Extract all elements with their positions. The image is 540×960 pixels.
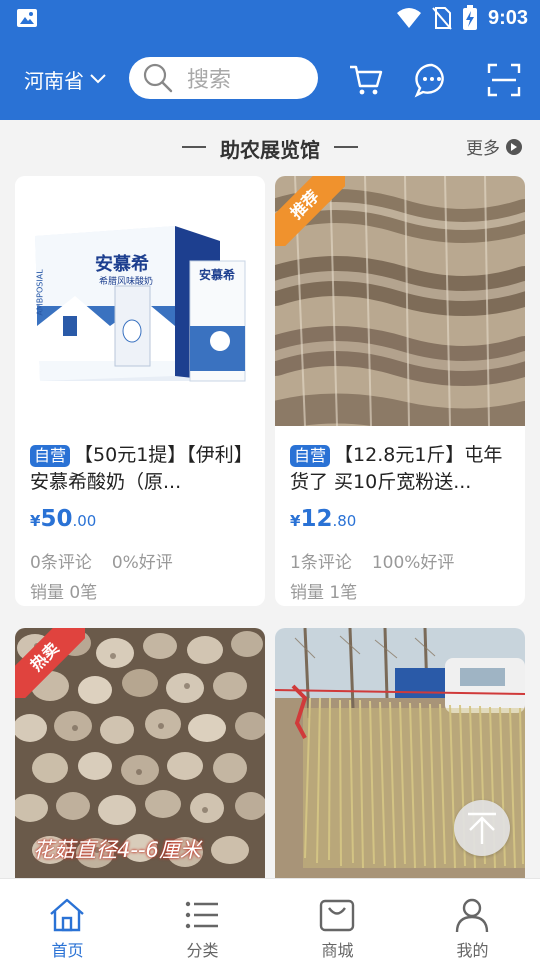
message-icon[interactable] bbox=[414, 62, 450, 98]
wifi-icon bbox=[396, 8, 421, 28]
price-integer: 12 bbox=[300, 506, 333, 532]
tab-category[interactable]: 分类 bbox=[135, 879, 270, 960]
product-subtitle-text: 希腊风味酸奶 bbox=[99, 277, 154, 287]
tab-mall-label: 商城 bbox=[321, 941, 354, 960]
more-label: 更多 bbox=[466, 139, 500, 159]
product-image: 花菇直径4--6厘米 热卖 bbox=[15, 628, 265, 878]
price-decimal: .80 bbox=[332, 512, 357, 530]
badge-label: 推荐 bbox=[275, 176, 345, 246]
no-sim-icon bbox=[432, 7, 452, 30]
list-icon bbox=[185, 901, 218, 929]
review-count: 0条评论 bbox=[30, 553, 92, 573]
price-currency: ¥ bbox=[30, 512, 41, 530]
tab-profile[interactable]: 我的 bbox=[405, 879, 540, 960]
tab-category-label: 分类 bbox=[186, 941, 219, 960]
self-operated-tag: 自营 bbox=[30, 445, 71, 467]
status-time: 9:03 bbox=[487, 6, 528, 29]
box-side-brand-text: AMBPOSIAL bbox=[35, 269, 45, 316]
product-price: ¥ 12 .80 bbox=[290, 506, 356, 532]
tab-home[interactable]: 首页 bbox=[0, 879, 135, 960]
search-placeholder: 搜索 bbox=[187, 68, 232, 93]
tab-home-label: 首页 bbox=[51, 941, 84, 960]
bottom-nav: 首页 分类 商城 我的 bbox=[0, 878, 540, 960]
top-header: 9:03 河南省 搜索 bbox=[0, 0, 540, 120]
header-nav: 河南省 搜索 bbox=[0, 52, 540, 106]
positive-rate: 0%好评 bbox=[111, 553, 173, 573]
tab-mall[interactable]: 商城 bbox=[270, 879, 405, 960]
main-content: 助农展览馆 更多 安慕希 希腊风味酸奶 安慕希 AMBPOSIAL 自营 【50… bbox=[0, 120, 540, 878]
self-operated-tag: 自营 bbox=[290, 445, 331, 467]
search-icon bbox=[143, 63, 173, 93]
product-title: 自营 【12.8元1斤】屯年货了 买10斤宽粉送... bbox=[290, 442, 512, 496]
scan-icon[interactable] bbox=[486, 62, 522, 98]
arrow-up-icon bbox=[468, 812, 496, 844]
product-title: 自营 【50元1提】【伊利】安慕希酸奶（原... bbox=[30, 442, 252, 496]
title-divider-right bbox=[334, 146, 358, 148]
region-label: 河南省 bbox=[24, 68, 84, 93]
tab-profile-label: 我的 bbox=[456, 941, 489, 960]
badge-label: 热卖 bbox=[15, 628, 85, 698]
section-header: 助农展览馆 更多 bbox=[0, 120, 540, 172]
home-icon bbox=[50, 898, 84, 932]
product-image: 推荐 bbox=[275, 176, 525, 426]
more-link[interactable]: 更多 bbox=[466, 134, 522, 159]
positive-rate: 100%好评 bbox=[371, 553, 455, 573]
product-card[interactable]: 安慕希 希腊风味酸奶 安慕希 AMBPOSIAL 自营 【50元1提】【伊利】安慕… bbox=[15, 176, 265, 606]
bag-icon bbox=[319, 899, 355, 932]
price-currency: ¥ bbox=[290, 512, 301, 530]
cart-icon[interactable] bbox=[348, 62, 384, 98]
price-decimal: .00 bbox=[72, 512, 97, 530]
arrow-right-icon bbox=[506, 138, 522, 155]
price-integer: 50 bbox=[40, 506, 73, 532]
carton-brand-text: 安慕希 bbox=[199, 268, 236, 282]
image-notification-icon bbox=[17, 9, 37, 27]
hot-badge: 热卖 bbox=[15, 628, 85, 698]
product-card[interactable]: 推荐 自营 【12.8元1斤】屯年货了 买10斤宽粉送... ¥ 12 .80 1… bbox=[275, 176, 525, 606]
product-image: 安慕希 希腊风味酸奶 安慕希 AMBPOSIAL bbox=[15, 176, 265, 426]
review-count: 1条评论 bbox=[290, 553, 352, 573]
search-box[interactable]: 搜索 bbox=[129, 57, 318, 99]
product-card[interactable]: 花菇直径4--6厘米 热卖 bbox=[15, 628, 265, 878]
image-caption: 花菇直径4--6厘米 bbox=[33, 838, 201, 862]
chevron-down-icon bbox=[90, 74, 106, 84]
product-price: ¥ 50 .00 bbox=[30, 506, 96, 532]
product-brand-text: 安慕希 bbox=[95, 254, 149, 275]
sales-count: 销量 0笔 bbox=[30, 583, 98, 603]
status-bar: 9:03 bbox=[0, 0, 540, 36]
battery-charging-icon bbox=[462, 5, 477, 30]
review-info: 0条评论 0%好评 bbox=[30, 548, 173, 573]
region-selector[interactable]: 河南省 bbox=[24, 64, 106, 94]
user-icon bbox=[455, 898, 489, 933]
section-title: 助农展览馆 bbox=[220, 138, 320, 162]
recommend-badge: 推荐 bbox=[275, 176, 345, 246]
back-to-top-button[interactable] bbox=[454, 800, 510, 856]
review-info: 1条评论 100%好评 bbox=[290, 548, 454, 573]
sales-count: 销量 1笔 bbox=[290, 583, 358, 603]
